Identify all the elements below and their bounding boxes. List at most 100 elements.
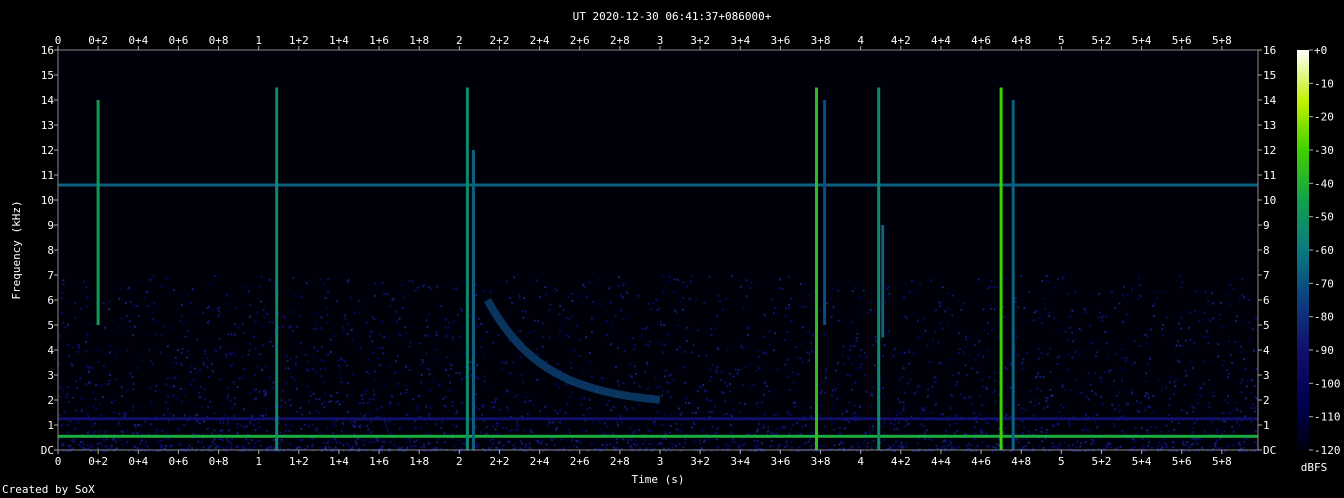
noise-pixel bbox=[460, 401, 463, 404]
noise-pixel bbox=[333, 334, 336, 337]
noise-pixel bbox=[311, 443, 314, 446]
noise-pixel bbox=[198, 392, 201, 395]
noise-pixel bbox=[883, 344, 886, 347]
noise-pixel bbox=[264, 391, 267, 394]
impulse-streak bbox=[881, 225, 885, 338]
noise-pixel bbox=[904, 283, 907, 285]
noise-pixel bbox=[343, 360, 346, 363]
noise-pixel bbox=[1043, 297, 1046, 300]
noise-pixel bbox=[739, 285, 742, 288]
noise-pixel bbox=[537, 378, 540, 381]
noise-pixel bbox=[243, 331, 245, 334]
colorbar-tick-label: -30 bbox=[1314, 144, 1334, 157]
noise-pixel bbox=[175, 362, 178, 364]
noise-pixel bbox=[513, 396, 516, 399]
noise-pixel bbox=[527, 445, 530, 448]
noise-pixel bbox=[753, 439, 756, 442]
noise-pixel bbox=[1105, 444, 1108, 447]
noise-pixel bbox=[1059, 415, 1062, 418]
noise-pixel bbox=[234, 397, 236, 399]
noise-pixel bbox=[767, 426, 770, 429]
noise-pixel bbox=[872, 439, 875, 442]
noise-pixel bbox=[1255, 368, 1258, 371]
noise-pixel bbox=[679, 430, 682, 433]
noise-pixel bbox=[677, 428, 680, 431]
noise-pixel bbox=[180, 352, 183, 354]
tone-line bbox=[58, 417, 1258, 421]
noise-pixel bbox=[930, 438, 933, 441]
noise-pixel bbox=[207, 406, 210, 409]
noise-pixel bbox=[1244, 415, 1247, 418]
noise-pixel bbox=[994, 389, 996, 392]
noise-pixel bbox=[1203, 311, 1206, 314]
noise-pixel bbox=[548, 308, 551, 311]
noise-pixel bbox=[194, 414, 197, 417]
noise-pixel bbox=[137, 314, 140, 317]
noise-pixel bbox=[184, 394, 187, 397]
noise-pixel bbox=[167, 438, 170, 441]
noise-pixel bbox=[927, 388, 929, 391]
noise-pixel bbox=[1066, 292, 1069, 295]
noise-pixel bbox=[664, 369, 667, 372]
noise-pixel bbox=[323, 282, 326, 285]
noise-pixel bbox=[1254, 396, 1257, 399]
noise-pixel bbox=[488, 447, 490, 450]
noise-pixel bbox=[678, 407, 681, 410]
noise-pixel bbox=[695, 298, 698, 301]
noise-pixel bbox=[668, 374, 671, 377]
noise-pixel bbox=[823, 333, 826, 336]
noise-pixel bbox=[637, 404, 640, 406]
noise-pixel bbox=[862, 289, 865, 292]
noise-pixel bbox=[943, 439, 946, 442]
x-tick-label: 2+4 bbox=[530, 455, 550, 468]
noise-pixel bbox=[356, 437, 359, 440]
noise-pixel bbox=[421, 285, 424, 288]
noise-pixel bbox=[121, 443, 124, 446]
noise-pixel bbox=[885, 332, 888, 335]
noise-pixel bbox=[1024, 445, 1027, 447]
noise-pixel bbox=[1192, 367, 1194, 370]
noise-pixel bbox=[512, 444, 515, 447]
noise-pixel bbox=[268, 446, 271, 449]
noise-pixel bbox=[233, 403, 236, 406]
noise-pixel bbox=[491, 438, 494, 441]
noise-pixel bbox=[513, 276, 516, 279]
noise-pixel bbox=[1225, 369, 1228, 371]
noise-pixel bbox=[225, 446, 228, 449]
noise-pixel bbox=[1226, 401, 1229, 404]
noise-pixel bbox=[1036, 387, 1039, 390]
noise-pixel bbox=[787, 358, 789, 361]
noise-pixel bbox=[1005, 413, 1008, 416]
noise-pixel bbox=[449, 368, 452, 370]
noise-pixel bbox=[1166, 316, 1169, 319]
noise-pixel bbox=[1044, 308, 1047, 310]
noise-pixel bbox=[743, 403, 746, 406]
noise-pixel bbox=[219, 437, 222, 440]
noise-pixel bbox=[662, 275, 665, 277]
noise-pixel bbox=[108, 379, 111, 382]
noise-pixel bbox=[688, 402, 690, 404]
noise-pixel bbox=[524, 396, 527, 398]
noise-pixel bbox=[599, 447, 602, 450]
noise-pixel bbox=[672, 379, 675, 382]
noise-pixel bbox=[784, 315, 787, 317]
noise-pixel bbox=[831, 389, 834, 392]
noise-pixel bbox=[370, 440, 373, 443]
noise-pixel bbox=[765, 352, 768, 355]
noise-pixel bbox=[219, 378, 222, 380]
noise-pixel bbox=[656, 443, 659, 446]
noise-pixel bbox=[1198, 437, 1201, 440]
noise-pixel bbox=[750, 281, 753, 284]
noise-pixel bbox=[1184, 339, 1187, 342]
noise-pixel bbox=[230, 442, 232, 445]
noise-pixel bbox=[59, 395, 61, 398]
y-axis-label: Frequency (kHz) bbox=[10, 200, 23, 299]
noise-pixel bbox=[225, 353, 228, 356]
noise-pixel bbox=[635, 372, 637, 375]
noise-pixel bbox=[1237, 442, 1240, 445]
noise-pixel bbox=[1224, 399, 1227, 401]
noise-pixel bbox=[479, 431, 482, 434]
noise-pixel bbox=[803, 283, 806, 286]
noise-pixel bbox=[941, 286, 944, 289]
noise-pixel bbox=[419, 342, 422, 345]
